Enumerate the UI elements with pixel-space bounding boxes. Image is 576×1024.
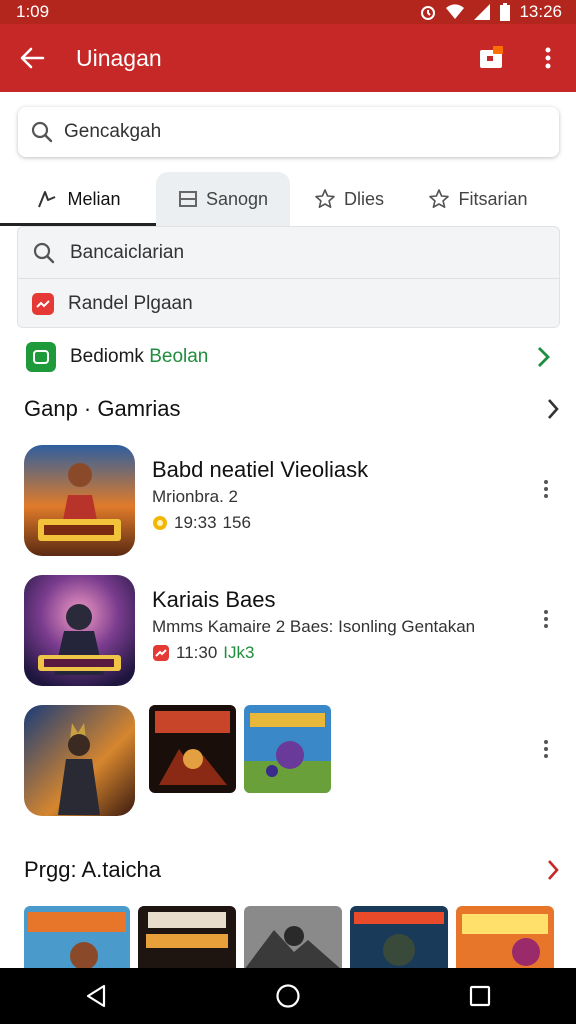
tab-label: Dlies [343, 188, 384, 209]
game-list-item[interactable]: Kariais Baes Mmms Kamaire 2 Baes: Isonli… [0, 575, 576, 693]
carousel-item[interactable] [24, 906, 130, 970]
status-time-right: 13:26 [519, 2, 562, 21]
carousel-item[interactable] [456, 906, 554, 970]
more-vert-icon [545, 47, 551, 69]
nav-home-button[interactable] [258, 968, 318, 1024]
game-meta-count: 156 [222, 513, 251, 532]
item-menu-button[interactable] [534, 737, 558, 761]
tab-label: Fitsarian [458, 188, 528, 209]
section-header[interactable]: Ganp · Gamrias [24, 391, 560, 427]
game-screenshot[interactable] [244, 705, 331, 793]
window-icon [178, 191, 197, 207]
status-bar: 1:09 13:26 [0, 0, 576, 24]
suggestion-label: Randel Plgaan [68, 293, 193, 314]
game-title: Babd neatiel Vieoliask [152, 457, 369, 482]
section-header[interactable]: Prgg: A.taicha [24, 852, 560, 888]
game-subtitle: Mrionbra. 2 [152, 487, 238, 506]
tab-bar: Melian Sanogn Dlies Fitsarian [0, 172, 576, 226]
nav-recents-button[interactable] [450, 968, 510, 1024]
tab-dlies[interactable]: Dlies [290, 172, 408, 226]
search-value: Gencakgah [64, 121, 162, 142]
tab-label: Melian [67, 188, 121, 209]
item-menu-button[interactable] [534, 477, 558, 501]
store-button[interactable] [464, 24, 520, 92]
circle-home-icon [276, 984, 300, 1008]
game-media-row [0, 705, 576, 823]
app-bar: Uinagan [0, 24, 576, 92]
suggestion-item[interactable]: Bancaiclarian [18, 227, 559, 278]
green-app-icon [26, 342, 56, 372]
search-icon [33, 242, 55, 263]
chevron-right-icon [548, 399, 559, 419]
alarm-icon [421, 6, 436, 20]
play-badge-icon [153, 645, 169, 661]
controller-icon [38, 191, 56, 208]
game-list-item[interactable]: Babd neatiel Vieoliask Mrionbra. 2 19:33… [0, 445, 576, 563]
star-icon [315, 189, 335, 208]
nav-back-button[interactable] [66, 968, 126, 1024]
chevron-right-icon [548, 860, 559, 880]
game-screenshot[interactable] [149, 705, 236, 793]
battery-icon [500, 3, 511, 21]
section-title: Prgg: A.taicha [24, 857, 161, 882]
game-thumbnail[interactable] [24, 445, 135, 556]
red-app-icon [32, 293, 54, 315]
item-menu-button[interactable] [534, 607, 558, 631]
suggestion-dropdown: Bancaiclarian Randel Plgaan [17, 226, 560, 328]
game-meta: 11:30 IJk3 [152, 643, 254, 663]
signal-icon [474, 4, 491, 20]
game-carousel[interactable] [24, 906, 576, 970]
overflow-menu-button[interactable] [520, 24, 576, 92]
game-thumbnail[interactable] [24, 575, 135, 686]
star-icon [429, 189, 450, 208]
game-meta-count: IJk3 [223, 643, 255, 662]
carousel-item[interactable] [138, 906, 236, 970]
app-title: Uinagan [76, 44, 162, 71]
tab-fitsarian[interactable]: Fitsarian [408, 172, 548, 226]
search-icon [31, 121, 53, 143]
arrow-back-icon [20, 47, 45, 69]
promo-row[interactable]: Bediomk Beolan [0, 333, 576, 381]
game-meta-time: 11:30 [176, 643, 218, 662]
tab-label: Sanogn [205, 188, 269, 209]
triangle-back-icon [86, 984, 106, 1008]
square-recents-icon [469, 985, 491, 1007]
store-icon [480, 46, 503, 68]
section-title: Ganp · Gamrias [24, 396, 181, 421]
game-thumbnail[interactable] [24, 705, 135, 816]
game-meta: 19:33 156 [152, 513, 251, 533]
suggestion-label: Bancaiclarian [70, 241, 185, 263]
back-button[interactable] [0, 24, 64, 92]
promo-label: Bediomk [70, 346, 144, 367]
tab-melian[interactable]: Melian [0, 172, 156, 226]
carousel-item[interactable] [244, 906, 342, 970]
coin-icon [153, 516, 167, 530]
carousel-item[interactable] [350, 906, 448, 970]
chevron-right-icon [538, 347, 550, 367]
wifi-icon [446, 4, 465, 19]
search-input[interactable]: Gencakgah [18, 107, 559, 157]
game-subtitle: Mmms Kamaire 2 Baes: Isonling Gentakan [152, 617, 476, 636]
game-title: Kariais Baes [152, 587, 276, 612]
suggestion-item[interactable]: Randel Plgaan [18, 278, 559, 329]
system-nav-bar [0, 968, 576, 1024]
tab-sanogn[interactable]: Sanogn [156, 172, 290, 226]
promo-highlight: Beolan [149, 346, 209, 367]
status-time-left: 1:09 [16, 2, 50, 21]
game-meta-time: 19:33 [174, 513, 217, 532]
